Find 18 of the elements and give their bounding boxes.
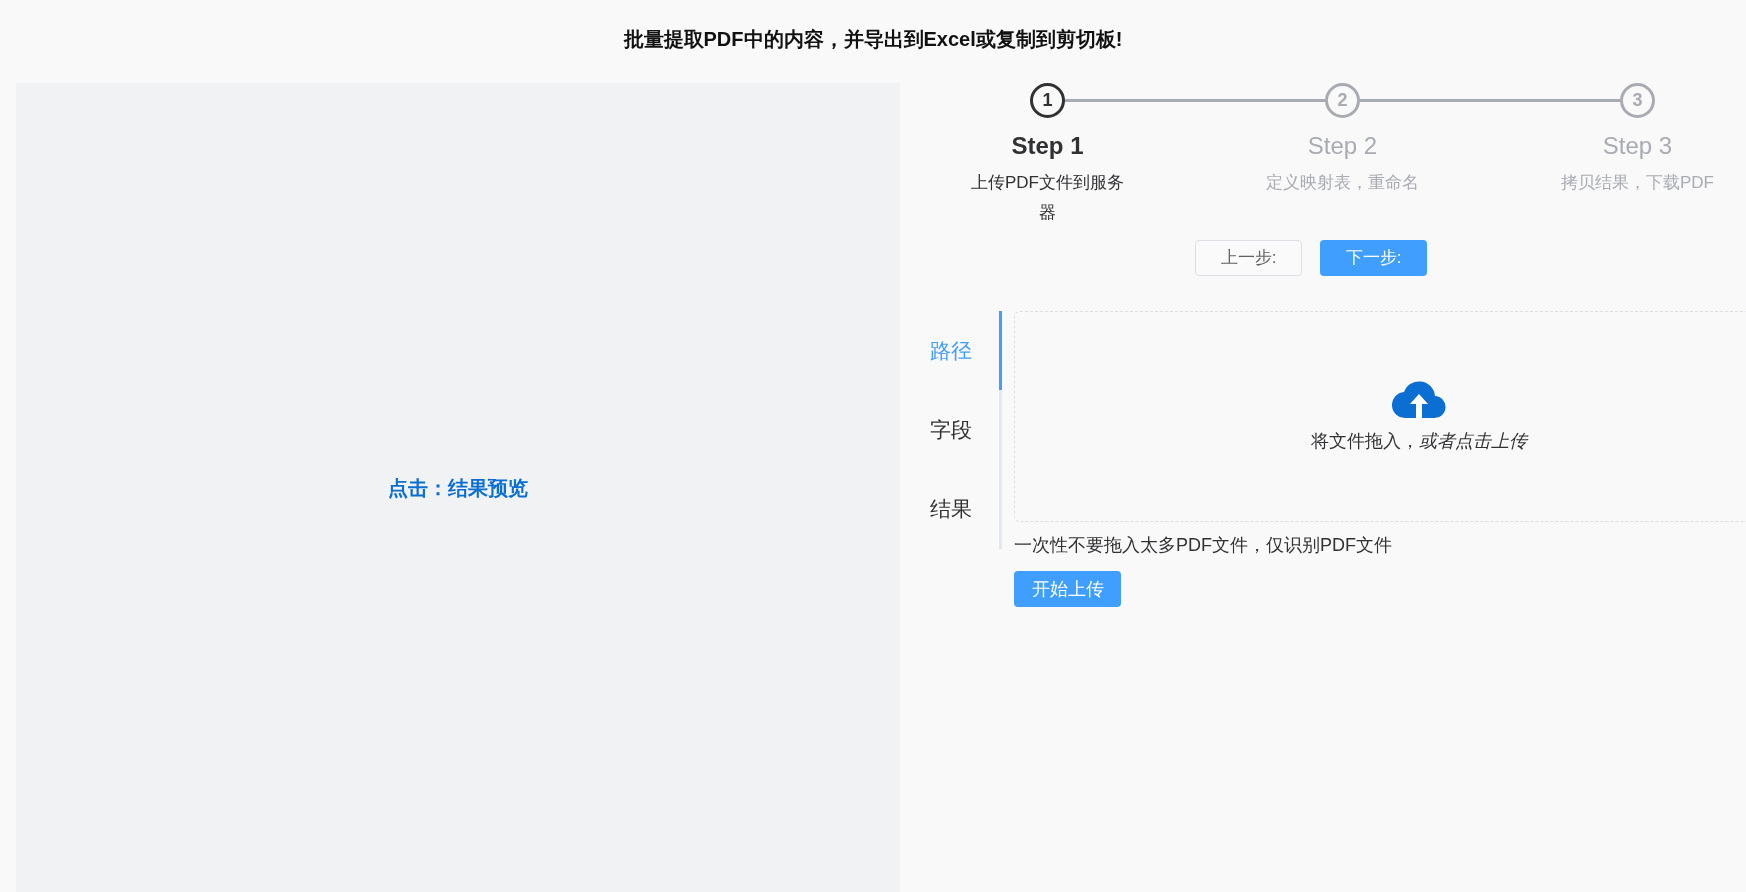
upload-dropzone[interactable]: 将文件拖入，或者点击上传 (1014, 311, 1746, 522)
step-number: 3 (1620, 83, 1655, 118)
step-description: 上传PDF文件到服务器 (970, 172, 1125, 224)
step-number: 2 (1325, 83, 1360, 118)
page-title: 批量提取PDF中的内容，并导出到Excel或复制到剪切板! (623, 27, 1123, 52)
step-title: Step 1 (1011, 131, 1084, 161)
step-description: 拷贝结果，下载PDF (1560, 172, 1715, 194)
upload-hint: 一次性不要拖入太多PDF文件，仅识别PDF文件 (1014, 534, 1393, 557)
tab[interactable]: 字段 (930, 390, 1002, 469)
step-number: 1 (1030, 83, 1065, 118)
tab[interactable]: 结果 (930, 469, 1002, 548)
step-title: Step 2 (1307, 131, 1378, 161)
step-title: Step 3 (1602, 131, 1673, 161)
upload-prompt: 将文件拖入，或者点击上传 (1311, 430, 1527, 453)
cloud-upload-icon (1392, 378, 1446, 420)
preview-link[interactable]: 点击：结果预览 (388, 472, 528, 503)
step-description: 定义映射表，重命名 (1265, 172, 1420, 194)
previous-button[interactable]: 上一步: (1195, 240, 1302, 276)
